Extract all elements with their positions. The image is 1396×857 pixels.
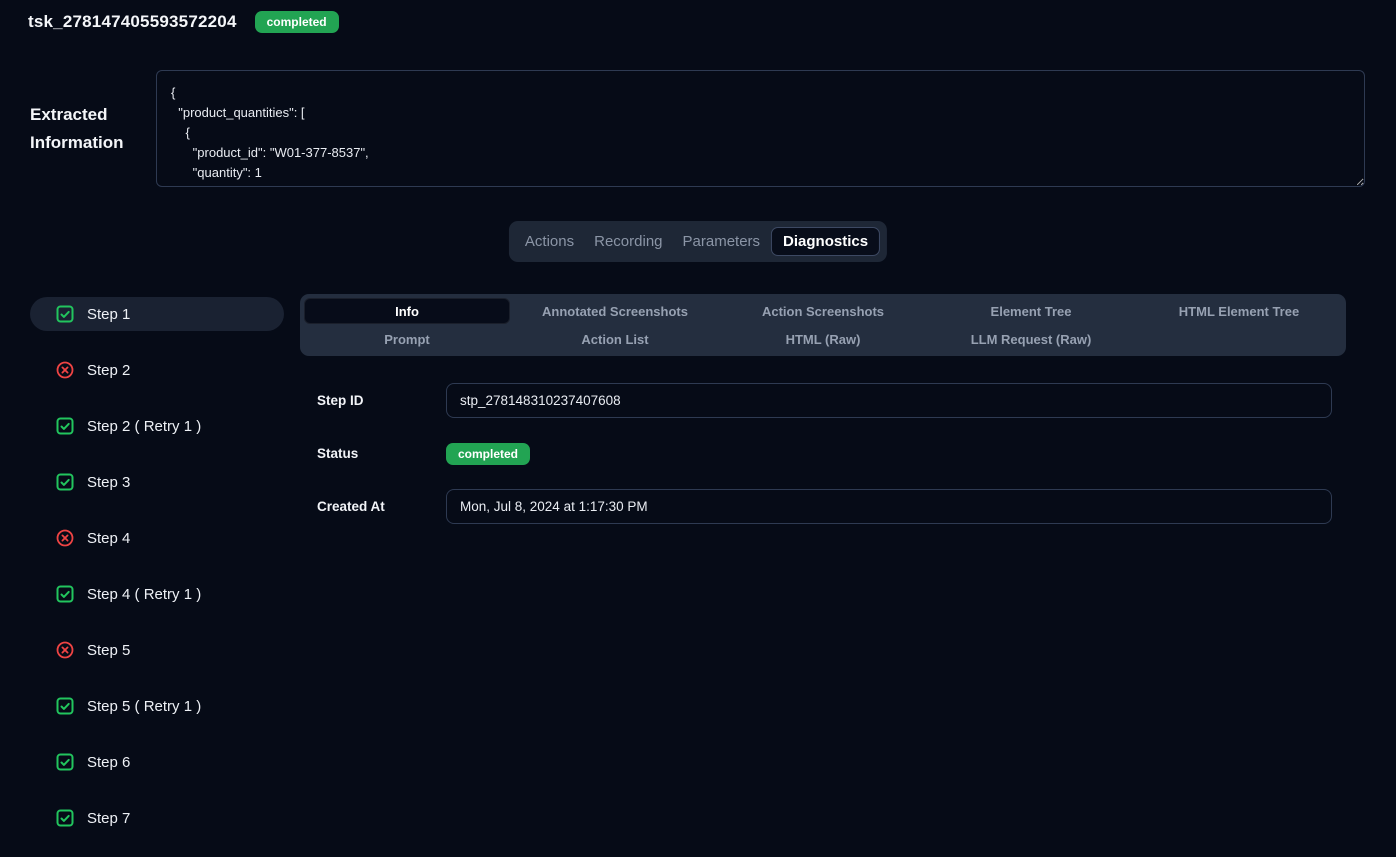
step-label: Step 7 bbox=[87, 810, 130, 827]
step-id-input[interactable] bbox=[446, 383, 1332, 418]
tab-diagnostics[interactable]: Diagnostics bbox=[771, 227, 880, 256]
step-list-item[interactable]: Step 4 bbox=[30, 521, 284, 555]
step-label: Step 4 ( Retry 1 ) bbox=[87, 586, 201, 603]
diagnostics-panel: Info Annotated Screenshots Action Screen… bbox=[300, 294, 1346, 542]
step-id-label: Step ID bbox=[317, 393, 446, 408]
step-list-item[interactable]: Step 6 bbox=[30, 745, 284, 779]
status-label: Status bbox=[317, 446, 446, 461]
step-label: Step 3 bbox=[87, 474, 130, 491]
status-row: Status completed bbox=[317, 436, 1332, 471]
subtab-html-element-tree[interactable]: HTML Element Tree bbox=[1136, 298, 1342, 324]
status-badge-wrap: completed bbox=[446, 436, 1332, 471]
created-at-row: Created At bbox=[317, 489, 1332, 524]
diagnostics-subtabs: Info Annotated Screenshots Action Screen… bbox=[300, 294, 1346, 356]
step-label: Step 1 bbox=[87, 306, 130, 323]
x-circle-icon bbox=[56, 361, 74, 379]
step-label: Step 5 ( Retry 1 ) bbox=[87, 698, 201, 715]
task-detail-page: { "header": { "task_id": "tsk_2781474055… bbox=[0, 0, 1396, 826]
header: tsk_278147405593572204 completed bbox=[28, 11, 339, 33]
subtab-info[interactable]: Info bbox=[304, 298, 510, 324]
created-at-label: Created At bbox=[317, 499, 446, 514]
extracted-information-label: Extracted Information bbox=[30, 101, 150, 157]
subtab-annotated-screenshots[interactable]: Annotated Screenshots bbox=[512, 298, 718, 324]
step-list-item[interactable]: Step 2 ( Retry 1 ) bbox=[30, 409, 284, 443]
subtab-prompt[interactable]: Prompt bbox=[304, 326, 510, 352]
tab-actions[interactable]: Actions bbox=[516, 227, 583, 256]
steps-sidebar: Step 1 Step 2 Step 2 ( Retry 1 ) Step 3 … bbox=[30, 297, 284, 857]
task-status-badge: completed bbox=[255, 11, 339, 33]
step-status-badge: completed bbox=[446, 443, 530, 465]
step-list-item[interactable]: Step 2 bbox=[30, 353, 284, 387]
subtab-llm-request-raw[interactable]: LLM Request (Raw) bbox=[928, 326, 1134, 352]
created-at-input[interactable] bbox=[446, 489, 1332, 524]
subtab-html-raw[interactable]: HTML (Raw) bbox=[720, 326, 926, 352]
check-square-icon bbox=[56, 697, 74, 715]
step-label: Step 6 bbox=[87, 754, 130, 771]
subtab-action-screenshots[interactable]: Action Screenshots bbox=[720, 298, 926, 324]
step-label: Step 2 bbox=[87, 362, 130, 379]
main-tabbar: Actions Recording Parameters Diagnostics bbox=[509, 221, 887, 262]
tab-parameters[interactable]: Parameters bbox=[674, 227, 770, 256]
step-list-item[interactable]: Step 4 ( Retry 1 ) bbox=[30, 577, 284, 611]
check-square-icon bbox=[56, 417, 74, 435]
subtab-element-tree[interactable]: Element Tree bbox=[928, 298, 1134, 324]
step-list-item[interactable]: Step 5 bbox=[30, 633, 284, 667]
info-fields: Step ID Status completed Created At bbox=[317, 383, 1332, 524]
check-square-icon bbox=[56, 473, 74, 491]
step-id-row: Step ID bbox=[317, 383, 1332, 418]
check-square-icon bbox=[56, 809, 74, 827]
check-square-icon bbox=[56, 305, 74, 323]
step-list-item[interactable]: Step 1 bbox=[30, 297, 284, 331]
step-list-item[interactable]: Step 3 bbox=[30, 465, 284, 499]
step-label: Step 5 bbox=[87, 642, 130, 659]
step-list-item[interactable]: Step 5 ( Retry 1 ) bbox=[30, 689, 284, 723]
x-circle-icon bbox=[56, 529, 74, 547]
extracted-information-textarea[interactable]: { "product_quantities": [ { "product_id"… bbox=[156, 70, 1365, 187]
check-square-icon bbox=[56, 753, 74, 771]
x-circle-icon bbox=[56, 641, 74, 659]
task-id-title: tsk_278147405593572204 bbox=[28, 12, 237, 32]
step-label: Step 2 ( Retry 1 ) bbox=[87, 418, 201, 435]
check-square-icon bbox=[56, 585, 74, 603]
step-label: Step 4 bbox=[87, 530, 130, 547]
subtab-action-list[interactable]: Action List bbox=[512, 326, 718, 352]
step-list-item[interactable]: Step 7 bbox=[30, 801, 284, 835]
tab-recording[interactable]: Recording bbox=[585, 227, 671, 256]
